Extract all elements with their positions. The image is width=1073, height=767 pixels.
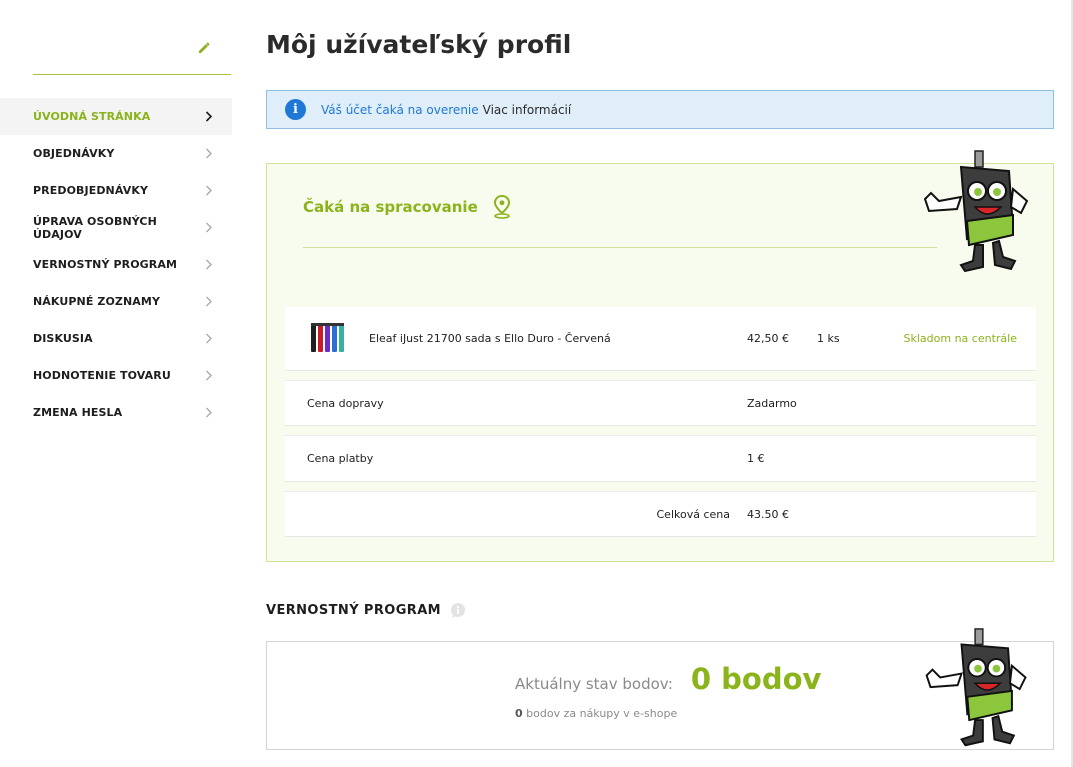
total-row: Celková cena 43.50 € bbox=[285, 491, 1036, 537]
loyalty-section-title: VERNOSTNÝ PROGRAM bbox=[266, 603, 466, 618]
page-title: Môj užívateľský profil bbox=[266, 30, 572, 59]
sidebar-item-uprava-udajov[interactable]: ÚPRAVA OSOBNÝCH ÚDAJOV bbox=[0, 209, 232, 246]
sidebar-item-diskusia[interactable]: DISKUSIA bbox=[0, 320, 232, 357]
sidebar-item-hodnotenie-tovaru[interactable]: HODNOTENIE TOVARU bbox=[0, 357, 232, 394]
order-status: Čaká na spracovanie bbox=[303, 198, 478, 216]
loyalty-title-text: VERNOSTNÝ PROGRAM bbox=[266, 603, 442, 618]
shipping-value: Zadarmo bbox=[747, 396, 797, 410]
shipping-label: Cena dopravy bbox=[307, 396, 384, 410]
loyalty-card: Aktuálny stav bodov: 0 bodov 0 bodov za … bbox=[266, 628, 1054, 750]
sidebar-item-label: HODNOTENIE TOVARU bbox=[33, 369, 171, 382]
order-header: Čaká na spracovanie bbox=[303, 194, 937, 248]
location-pin-icon[interactable] bbox=[492, 194, 512, 220]
sidebar-item-label: DISKUSIA bbox=[33, 332, 93, 345]
sidebar-item-zmena-hesla[interactable]: ZMENA HESLA bbox=[0, 394, 232, 431]
sidebar-item-label: OBJEDNÁVKY bbox=[33, 147, 115, 160]
sidebar-item-label: NÁKUPNÉ ZOZNAMY bbox=[33, 295, 161, 308]
product-price: 42,50 € bbox=[747, 332, 789, 345]
sidebar-item-objednavky[interactable]: OBJEDNÁVKY bbox=[0, 135, 232, 172]
payment-value: 1 € bbox=[747, 452, 765, 465]
sidebar-item-uvodna-stranka[interactable]: ÚVODNÁ STRÁNKA bbox=[0, 98, 232, 135]
mascot-icon bbox=[917, 627, 1039, 753]
sidebar: ÚVODNÁ STRÁNKA OBJEDNÁVKY PREDOBJEDNÁVKY… bbox=[0, 0, 232, 767]
chevron-right-icon bbox=[204, 111, 214, 123]
payment-label: Cena platby bbox=[307, 452, 374, 465]
pencil-icon[interactable] bbox=[197, 40, 211, 54]
mascot-icon bbox=[917, 149, 1039, 279]
chevron-right-icon bbox=[204, 370, 214, 382]
product-thumbnail[interactable] bbox=[309, 322, 349, 354]
chevron-right-icon bbox=[204, 148, 214, 160]
points-value: 0 bodov bbox=[690, 662, 822, 696]
stock-status: Skladom na centrále bbox=[903, 332, 1017, 345]
points-line: Aktuálny stav bodov: 0 bodov bbox=[515, 662, 821, 696]
points-label: Aktuálny stav bodov: bbox=[515, 675, 673, 693]
points-sub-text: bodov za nákupy v e-shope bbox=[522, 707, 678, 720]
chevron-right-icon bbox=[204, 333, 214, 345]
verification-alert: i Váš účet čaká na overenie Viac informá… bbox=[266, 90, 1054, 129]
info-bubble-icon[interactable] bbox=[450, 603, 466, 618]
chevron-right-icon bbox=[204, 222, 214, 234]
total-label: Celková cena bbox=[656, 507, 731, 521]
order-card: Čaká na spracovanie Eleaf iJust 21700 sa… bbox=[266, 150, 1054, 562]
chevron-right-icon bbox=[204, 296, 214, 308]
product-name[interactable]: Eleaf iJust 21700 sada s Ello Duro - Čer… bbox=[369, 332, 611, 345]
sidebar-user-header bbox=[33, 0, 231, 75]
order-items: Eleaf iJust 21700 sada s Ello Duro - Čer… bbox=[285, 307, 1036, 537]
shipping-row: Cena dopravy Zadarmo bbox=[285, 380, 1036, 426]
sidebar-item-vernostny-program[interactable]: VERNOSTNÝ PROGRAM bbox=[0, 246, 232, 283]
order-item-row: Eleaf iJust 21700 sada s Ello Duro - Čer… bbox=[285, 307, 1036, 371]
points-subtext: 0 bodov za nákupy v e-shope bbox=[515, 707, 677, 720]
more-info-link[interactable]: Viac informácií bbox=[483, 103, 572, 117]
alert-message: Váš účet čaká na overenie bbox=[321, 102, 479, 117]
sidebar-item-nakupne-zoznamy[interactable]: NÁKUPNÉ ZOZNAMY bbox=[0, 283, 232, 320]
sidebar-item-label: PREDOBJEDNÁVKY bbox=[33, 184, 149, 197]
total-value: 43.50 € bbox=[747, 507, 789, 521]
info-icon: i bbox=[285, 99, 306, 120]
payment-row: Cena platby 1 € bbox=[285, 435, 1036, 482]
chevron-right-icon bbox=[204, 259, 214, 271]
product-qty: 1 ks bbox=[817, 332, 840, 345]
chevron-right-icon bbox=[204, 407, 214, 419]
sidebar-item-predobjednavky[interactable]: PREDOBJEDNÁVKY bbox=[0, 172, 232, 209]
sidebar-item-label: ÚVODNÁ STRÁNKA bbox=[33, 110, 151, 123]
chevron-right-icon bbox=[204, 185, 214, 197]
sidebar-item-label: VERNOSTNÝ PROGRAM bbox=[33, 258, 178, 271]
sidebar-nav: ÚVODNÁ STRÁNKA OBJEDNÁVKY PREDOBJEDNÁVKY… bbox=[0, 98, 232, 431]
sidebar-item-label: ZMENA HESLA bbox=[33, 406, 123, 419]
sidebar-item-label: ÚPRAVA OSOBNÝCH ÚDAJOV bbox=[33, 214, 157, 241]
points-sub-count: 0 bbox=[515, 707, 523, 720]
